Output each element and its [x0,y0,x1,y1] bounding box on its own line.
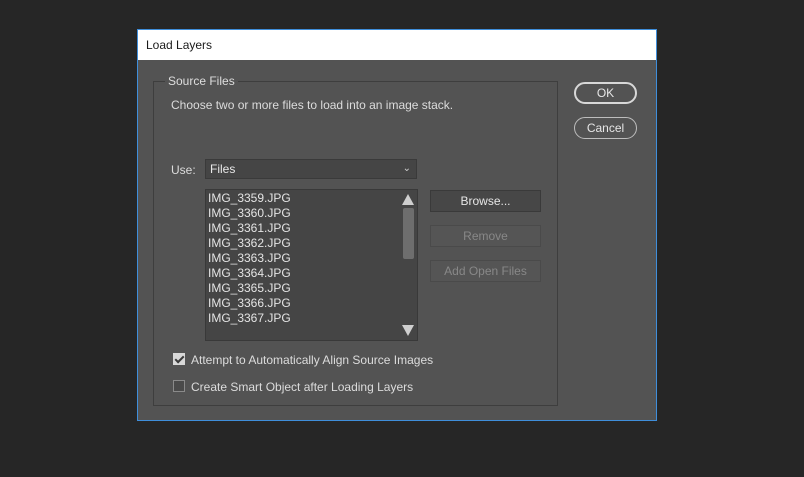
chevron-down-icon: ⌄ [402,163,411,174]
scroll-up-arrow-icon[interactable] [402,194,414,205]
file-list-item[interactable]: IMG_3364.JPG [206,266,401,281]
use-dropdown-value: Files [210,162,236,176]
source-files-description: Choose two or more files to load into an… [171,98,454,112]
align-checkbox[interactable] [173,353,185,365]
remove-button[interactable]: Remove [430,225,541,247]
scroll-down-arrow-icon[interactable] [402,325,414,336]
source-files-legend: Source Files [165,74,238,88]
smart-object-checkbox[interactable] [173,380,185,392]
source-files-group: Source Files Choose two or more files to… [153,74,558,406]
dialog-title: Load Layers [138,30,656,60]
load-layers-dialog: Load Layers Source Files Choose two or m… [137,29,657,421]
file-list-item[interactable]: IMG_3363.JPG [206,251,401,266]
add-open-files-button[interactable]: Add Open Files [430,260,541,282]
file-listbox[interactable]: IMG_3359.JPG IMG_3360.JPG IMG_3361.JPG IMG_… [205,189,418,341]
file-list-item[interactable]: IMG_3359.JPG [206,191,401,206]
file-list-item[interactable]: IMG_3361.JPG [206,221,401,236]
use-label: Use: [171,163,196,177]
file-list-scrollbar[interactable] [401,191,416,339]
use-dropdown[interactable]: Files ⌄ [205,159,417,179]
file-list-item[interactable]: IMG_3360.JPG [206,206,401,221]
browse-button[interactable]: Browse... [430,190,541,212]
ok-button[interactable]: OK [574,82,637,104]
align-checkbox-label[interactable]: Attempt to Automatically Align Source Im… [191,353,433,367]
file-list-item[interactable]: IMG_3367.JPG [206,311,401,326]
file-list-item[interactable]: IMG_3366.JPG [206,296,401,311]
file-list: IMG_3359.JPG IMG_3360.JPG IMG_3361.JPG IMG_… [206,191,401,326]
file-list-item[interactable]: IMG_3362.JPG [206,236,401,251]
smart-object-checkbox-label[interactable]: Create Smart Object after Loading Layers [191,380,413,394]
scrollbar-thumb[interactable] [403,208,414,259]
file-list-item[interactable]: IMG_3365.JPG [206,281,401,296]
cancel-button[interactable]: Cancel [574,117,637,139]
